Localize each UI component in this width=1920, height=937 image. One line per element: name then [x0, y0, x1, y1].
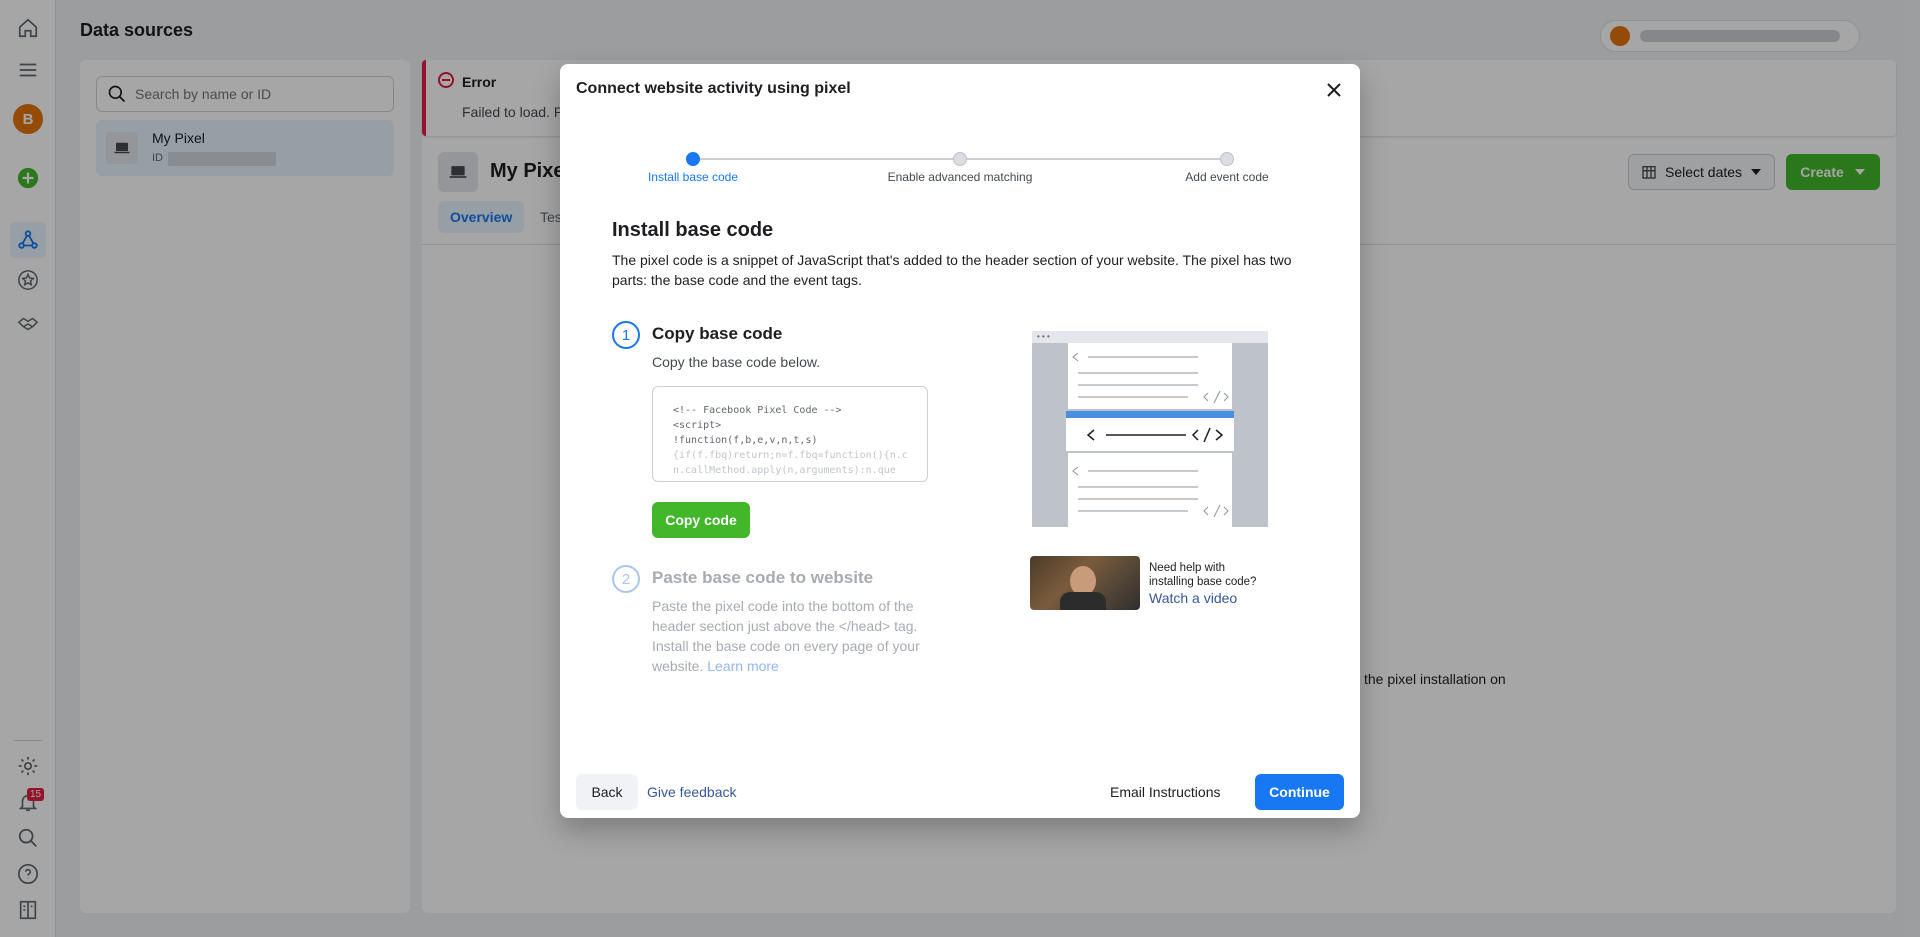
code-line: <script> — [673, 420, 722, 431]
copy-code-button[interactable]: Copy code — [652, 502, 750, 538]
browser-titlebar: • • • — [1032, 331, 1268, 343]
copy-base-code-subtitle: Copy the base code below. — [652, 354, 821, 370]
paste-base-code-title: Paste base code to website — [652, 568, 874, 587]
step-label-event-code: Add event code — [1185, 170, 1269, 184]
illustration-code-block — [1068, 453, 1232, 527]
section-description: The pixel code is a snippet of JavaScrip… — [612, 252, 1292, 288]
connect-pixel-dialog: Connect website activity using pixel Ins… — [560, 64, 1360, 818]
give-feedback-link[interactable]: Give feedback — [647, 774, 737, 810]
copy-base-code-title: Copy base code — [652, 324, 783, 343]
close-icon[interactable] — [1322, 78, 1346, 102]
presenter-body — [1060, 592, 1106, 610]
illustration-code-block — [1068, 343, 1232, 409]
code-line: {if(f.fbq)return;n=f.fbq=function(){n.c — [673, 450, 908, 461]
video-thumbnail[interactable] — [1030, 556, 1140, 610]
step-label-install: Install base code — [647, 170, 739, 184]
base-code-textbox[interactable]: <!-- Facebook Pixel Code --> <script> !fun… — [652, 386, 928, 482]
browser-illustration: • • • — [1032, 331, 1268, 527]
email-instructions-button[interactable]: Email Instructions — [1110, 774, 1220, 810]
back-button[interactable]: Back — [576, 774, 638, 810]
watch-video-link[interactable]: Watch a video — [1149, 590, 1237, 606]
illustration-highlight-block — [1066, 411, 1234, 451]
code-line: <!-- Facebook Pixel Code --> — [673, 405, 842, 416]
paste-base-code-text: Paste the pixel code into the bottom of … — [652, 596, 922, 676]
paste-instructions: Paste the pixel code into the bottom of … — [652, 598, 920, 674]
step-number-2: 2 — [612, 565, 640, 593]
step-dot-install — [686, 152, 700, 166]
continue-button[interactable]: Continue — [1255, 774, 1344, 810]
code-line: n.callMethod.apply(n,arguments):n.que — [673, 465, 896, 476]
step-dot-event-code — [1220, 152, 1234, 166]
step-number-1: 1 — [612, 321, 640, 349]
code-line: !function(f,b,e,v,n,t,s) — [673, 435, 818, 446]
dialog-title: Connect website activity using pixel — [576, 80, 851, 97]
video-help-text: Need help with installing base code? — [1149, 562, 1257, 588]
learn-more-link[interactable]: Learn more — [707, 658, 779, 674]
step-dot-advanced-matching — [953, 152, 967, 166]
section-heading: Install base code — [612, 219, 774, 241]
step-label-advanced-matching: Enable advanced matching — [887, 170, 1033, 184]
